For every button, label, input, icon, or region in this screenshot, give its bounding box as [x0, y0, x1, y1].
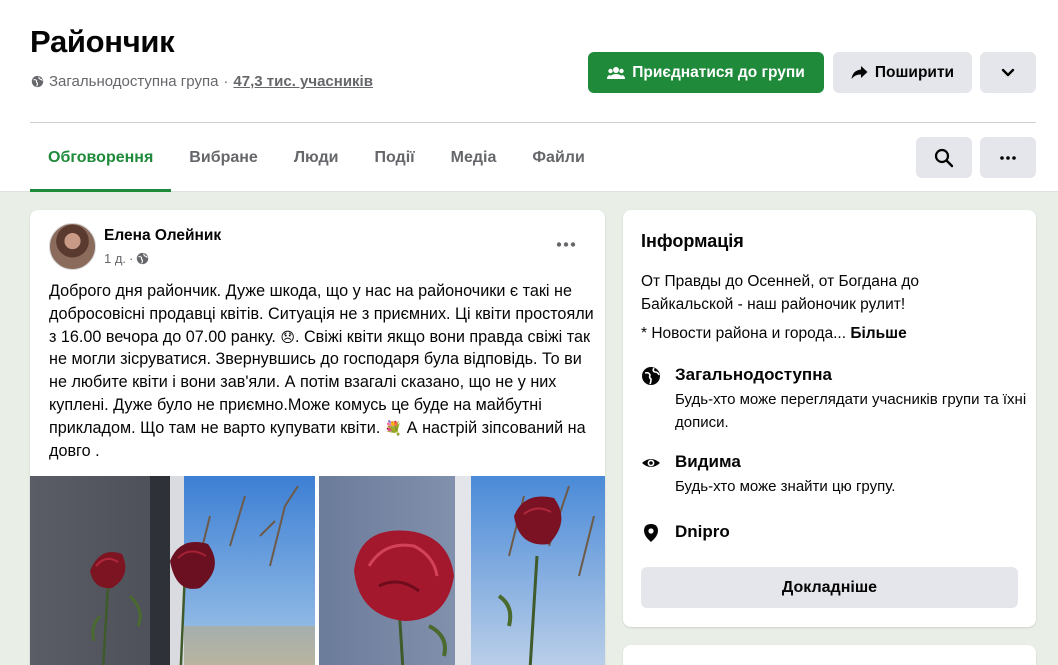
post-time-text[interactable]: 1 д.: [104, 251, 126, 266]
more-dots-icon: [556, 241, 576, 247]
group-meta: Загальнодоступна група · 47,3 тис. учасн…: [31, 73, 373, 90]
more-options-button[interactable]: [980, 52, 1036, 93]
group-name[interactable]: Райончик: [30, 24, 175, 60]
more-dots-icon: [1000, 155, 1016, 160]
visible-subtitle: Будь-хто може знайти цю групу.: [675, 478, 896, 495]
search-button[interactable]: [916, 137, 972, 178]
people-icon: [607, 66, 626, 79]
post-time-separator: ·: [129, 251, 134, 266]
meta-separator: ·: [223, 73, 229, 90]
info-location-row: Dnipro: [641, 522, 730, 543]
bouquet-emoji: 💐: [384, 419, 403, 436]
share-button[interactable]: Поширити: [833, 52, 972, 93]
sad-face-emoji: 😞: [280, 328, 295, 345]
tab-people[interactable]: Люди: [276, 124, 357, 192]
author-avatar[interactable]: [49, 223, 96, 270]
wilted-roses-photo: [30, 476, 315, 665]
location-name[interactable]: Dnipro: [675, 522, 730, 542]
post-options-button[interactable]: [550, 228, 582, 260]
group-info-card: Інформація От Правды до Осенней, от Богд…: [623, 210, 1036, 627]
post-timestamp: 1 д. ·: [104, 251, 149, 266]
see-more-link[interactable]: Більше: [850, 325, 906, 342]
next-sidebar-card: [623, 645, 1036, 665]
group-tabs: Обговорення Вибране Люди Події Медіа Фай…: [30, 124, 603, 192]
info-title: Інформація: [641, 231, 744, 251]
share-label: Поширити: [874, 63, 955, 81]
group-header: Райончик Загальнодоступна група · 47,3 т…: [0, 0, 1058, 192]
globe-icon: [31, 75, 44, 88]
share-arrow-icon: [851, 66, 868, 79]
public-title: Загальнодоступна: [675, 365, 832, 384]
tab-events[interactable]: Події: [356, 124, 432, 192]
info-desc2-text: * Новости района и города...: [641, 325, 847, 342]
post-body: Доброго дня райончик. Дуже шкода, що у н…: [49, 280, 594, 462]
location-pin-icon: [644, 524, 658, 542]
wilted-rose-closeup-photo: [319, 476, 605, 665]
details-button[interactable]: Докладніше: [641, 567, 1018, 608]
join-group-label: Приєднатися до групи: [632, 63, 805, 81]
public-subtitle: Будь-хто може переглядати учасників груп…: [675, 391, 1027, 431]
info-description-more: * Новости района и города... Більше: [641, 325, 1021, 343]
search-icon: [934, 148, 954, 167]
tab-media[interactable]: Медіа: [433, 124, 515, 192]
tab-more-button[interactable]: [980, 137, 1036, 178]
info-visible-row: Видима Будь-хто може знайти цю групу.: [641, 452, 895, 498]
post-author[interactable]: Елена Олейник: [104, 227, 221, 245]
post-photo-2[interactable]: [319, 476, 605, 665]
post-card: Елена Олейник 1 д. · Доброго дня райончи…: [30, 210, 605, 665]
globe-icon: [137, 252, 149, 265]
join-group-button[interactable]: Приєднатися до групи: [588, 52, 824, 93]
info-description: От Правды до Осенней, от Богдана до Байк…: [641, 273, 920, 313]
chevron-down-icon: [1001, 68, 1015, 77]
info-public-row: Загальнодоступна Будь-хто може перегляда…: [641, 365, 1036, 434]
globe-icon: [642, 367, 660, 385]
tab-discussion[interactable]: Обговорення: [30, 124, 172, 192]
members-link[interactable]: 47,3 тис. учасників: [233, 73, 373, 90]
eye-icon: [642, 459, 660, 467]
visible-title: Видима: [675, 452, 741, 471]
tab-featured[interactable]: Вибране: [171, 124, 276, 192]
tab-files[interactable]: Файли: [514, 124, 602, 192]
header-divider: [30, 122, 1036, 123]
group-privacy: Загальнодоступна група: [49, 73, 219, 90]
post-photo-1[interactable]: [30, 476, 315, 665]
